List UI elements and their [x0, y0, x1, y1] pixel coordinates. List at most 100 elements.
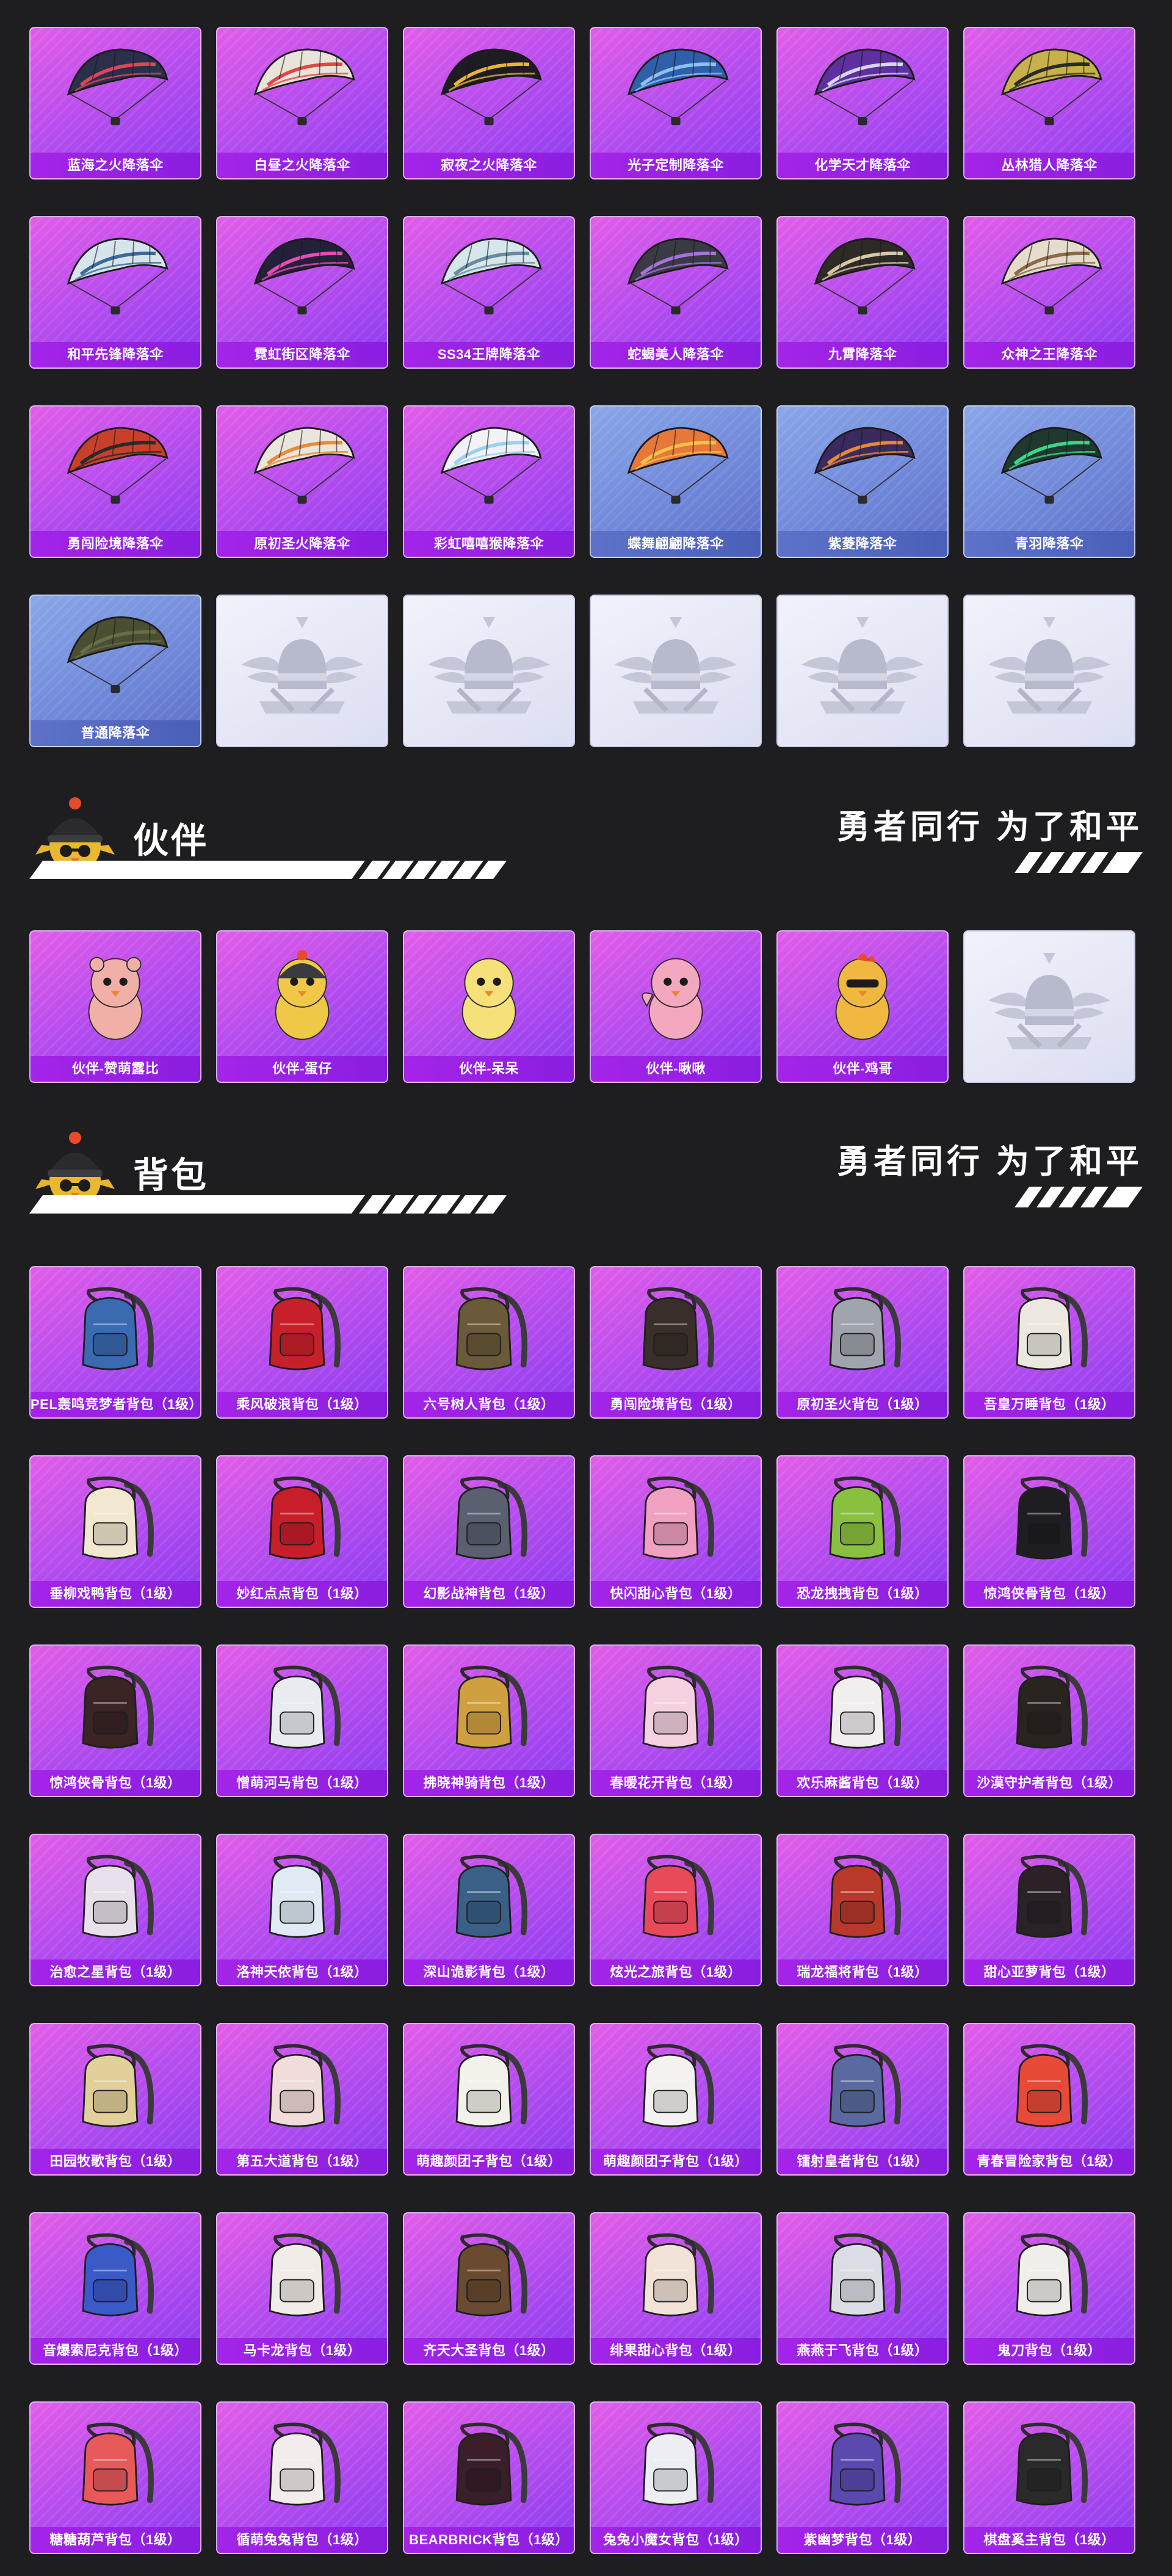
backpack-card[interactable]: 棋盘奚主背包（1级） [963, 2401, 1135, 2554]
backpack-card[interactable]: 治愈之星背包（1级） [29, 1834, 201, 1986]
backpack-card[interactable]: 镭射皇者背包（1级） [776, 2023, 949, 2176]
backpack-card[interactable]: 紫幽梦背包（1级） [776, 2401, 949, 2554]
backpack-card[interactable]: PEL轰鸣竞梦者背包（1级） [29, 1266, 201, 1419]
rooster-companion-icon [811, 942, 914, 1049]
parachute-label: 勇闯险境降落伞 [31, 531, 200, 557]
backpack-card[interactable]: 勇闯险境背包（1级） [590, 1266, 762, 1419]
parachute-card[interactable]: 普通降落伞 [29, 595, 201, 747]
backpack-icon [250, 1846, 354, 1953]
backpack-icon [437, 2224, 541, 2331]
backpack-card[interactable]: 深山诡影背包（1级） [403, 1834, 575, 1986]
backpack-card[interactable]: 惊鸿侠骨背包（1级） [29, 1644, 201, 1797]
parachute-card[interactable]: 和平先锋降落伞 [29, 216, 201, 369]
backpack-icon [997, 1846, 1101, 1953]
backpack-card[interactable]: 萌趣颜团子背包（1级） [403, 2023, 575, 2176]
backpack-card[interactable]: 马卡龙背包（1级） [216, 2212, 388, 2365]
backpack-label: 勇闯险境背包（1级） [591, 1392, 761, 1417]
empty-slot-card [403, 595, 575, 747]
parachute-card[interactable]: 霓虹街区降落伞 [216, 216, 388, 369]
parachute-card[interactable]: 蛇蝎美人降落伞 [590, 216, 762, 369]
parachute-label: 原初圣火降落伞 [217, 531, 387, 557]
companion-card[interactable]: 伙伴-呆呆 [403, 930, 575, 1083]
backpack-label: 惊鸿侠骨背包（1级） [964, 1581, 1134, 1607]
parachute-card[interactable]: SS34王牌降落伞 [403, 216, 575, 369]
pink-bird-companion-icon [624, 942, 728, 1049]
backpack-card[interactable]: 欢乐麻酱背包（1级） [776, 1644, 949, 1797]
backpack-card[interactable]: 惊鸿侠骨背包（1级） [963, 1455, 1135, 1608]
parachute-card[interactable]: 寂夜之火降落伞 [403, 27, 575, 179]
backpack-card[interactable]: 音爆索尼克背包（1级） [29, 2212, 201, 2365]
backpack-label: 马卡龙背包（1级） [217, 2338, 387, 2364]
backpack-card[interactable]: 妙红点点背包（1级） [216, 1455, 388, 1608]
parachute-card[interactable]: 紫菱降落伞 [776, 405, 949, 558]
backpack-icon [811, 2035, 914, 2142]
backpack-grid: PEL轰鸣竞梦者背包（1级） 乘风破浪背包（1级） 六号树人背包（1级） 勇闯险境背包… [29, 1266, 1138, 2554]
parachute-label: 众神之王降落伞 [964, 342, 1134, 367]
backpack-card[interactable]: 鬼刀背包（1级） [963, 2212, 1135, 2365]
backpack-label: 快闪甜心背包（1级） [591, 1581, 761, 1607]
backpack-card[interactable]: BEARBRICK背包（1级） [403, 2401, 575, 2554]
parachute-card[interactable]: 蝶舞翩翩降落伞 [590, 405, 762, 558]
parachute-icon [431, 418, 547, 518]
backpack-label: 治愈之星背包（1级） [31, 1959, 200, 1985]
backpack-section-header: 背包 勇者同行 为了和平 [29, 1121, 1143, 1225]
backpack-card[interactable]: 炫光之旅背包（1级） [590, 1834, 762, 1986]
companion-section-slogan: 勇者同行 为了和平 [836, 809, 1143, 845]
backpack-card[interactable]: 萌趣颜团子背包（1级） [590, 2023, 762, 2176]
parachute-icon [431, 39, 547, 140]
backpack-section-slogan: 勇者同行 为了和平 [836, 1143, 1143, 1180]
backpack-label: 萌趣颜团子背包（1级） [591, 2149, 761, 2174]
parachute-card[interactable]: 丛林猎人降落伞 [963, 27, 1135, 179]
parachute-card[interactable]: 光子定制降落伞 [590, 27, 762, 179]
parachute-icon [618, 39, 734, 140]
parachute-card[interactable]: 原初圣火降落伞 [216, 405, 388, 558]
backpack-label: 鬼刀背包（1级） [964, 2338, 1134, 2364]
backpack-card[interactable]: 甜心亚萝背包（1级） [963, 1834, 1135, 1986]
parachute-icon [805, 39, 921, 140]
parachute-card[interactable]: 化学天才降落伞 [776, 27, 949, 179]
backpack-card[interactable]: 快闪甜心背包（1级） [590, 1455, 762, 1608]
backpack-card[interactable]: 拂晓神骑背包（1级） [403, 1644, 575, 1797]
companion-label: 伙伴-鸡哥 [778, 1056, 947, 1082]
backpack-card[interactable]: 原初圣火背包（1级） [776, 1266, 949, 1419]
backpack-card[interactable]: 憎萌河马背包（1级） [216, 1644, 388, 1797]
companion-label: 伙伴-啾啾 [591, 1056, 761, 1082]
parachute-card[interactable]: 众神之王降落伞 [963, 216, 1135, 369]
backpack-card[interactable]: 恐龙拽拽背包（1级） [776, 1455, 949, 1608]
backpack-card[interactable]: 齐天大圣背包（1级） [403, 2212, 575, 2365]
parachute-card[interactable]: 蓝海之火降落伞 [29, 27, 201, 179]
companion-card[interactable]: 伙伴-啾啾 [590, 930, 762, 1083]
backpack-card[interactable]: 第五大道背包（1级） [216, 2023, 388, 2176]
backpack-label: 炫光之旅背包（1级） [591, 1959, 761, 1985]
backpack-card[interactable]: 燕燕于飞背包（1级） [776, 2212, 949, 2365]
backpack-card[interactable]: 沙漠守护者背包（1级） [963, 1644, 1135, 1797]
backpack-card[interactable]: 幻影战神背包（1级） [403, 1455, 575, 1608]
backpack-card[interactable]: 青春冒险家背包（1级） [963, 2023, 1135, 2176]
backpack-card[interactable]: 洛神天依背包（1级） [216, 1834, 388, 1986]
parachute-card[interactable]: 青羽降落伞 [963, 405, 1135, 558]
parachute-icon [618, 228, 734, 329]
backpack-card[interactable]: 乘风破浪背包（1级） [216, 1266, 388, 1419]
parachute-card[interactable]: 白昼之火降落伞 [216, 27, 388, 179]
companion-card[interactable]: 伙伴-赞萌露比 [29, 930, 201, 1083]
backpack-label: 齐天大圣背包（1级） [404, 2338, 574, 2364]
backpack-card[interactable]: 循萌兔兔背包（1级） [216, 2401, 388, 2554]
backpack-card[interactable]: 六号树人背包（1级） [403, 1266, 575, 1419]
emblem-icon [609, 610, 743, 732]
backpack-card[interactable]: 绯果甜心背包（1级） [590, 2212, 762, 2365]
backpack-card[interactable]: 兔兔小魔女背包（1级） [590, 2401, 762, 2554]
parachute-label: 光子定制降落伞 [591, 153, 761, 178]
backpack-card[interactable]: 春暖花开背包（1级） [590, 1644, 762, 1797]
backpack-icon [250, 2035, 354, 2142]
backpack-card[interactable]: 田园牧歌背包（1级） [29, 2023, 201, 2176]
parachute-icon [57, 228, 173, 329]
backpack-card[interactable]: 垂柳戏鸭背包（1级） [29, 1455, 201, 1608]
parachute-card[interactable]: 彩虹嘻嘻猴降落伞 [403, 405, 575, 558]
parachute-card[interactable]: 勇闯险境降落伞 [29, 405, 201, 558]
backpack-card[interactable]: 瑞龙福将背包（1级） [776, 1834, 949, 1986]
backpack-card[interactable]: 吾皇万睡背包（1级） [963, 1266, 1135, 1419]
companion-card[interactable]: 伙伴-蛋仔 [216, 930, 388, 1083]
parachute-card[interactable]: 九霄降落伞 [776, 216, 949, 369]
companion-card[interactable]: 伙伴-鸡哥 [776, 930, 949, 1083]
backpack-card[interactable]: 糖糖葫芦背包（1级） [29, 2401, 201, 2554]
